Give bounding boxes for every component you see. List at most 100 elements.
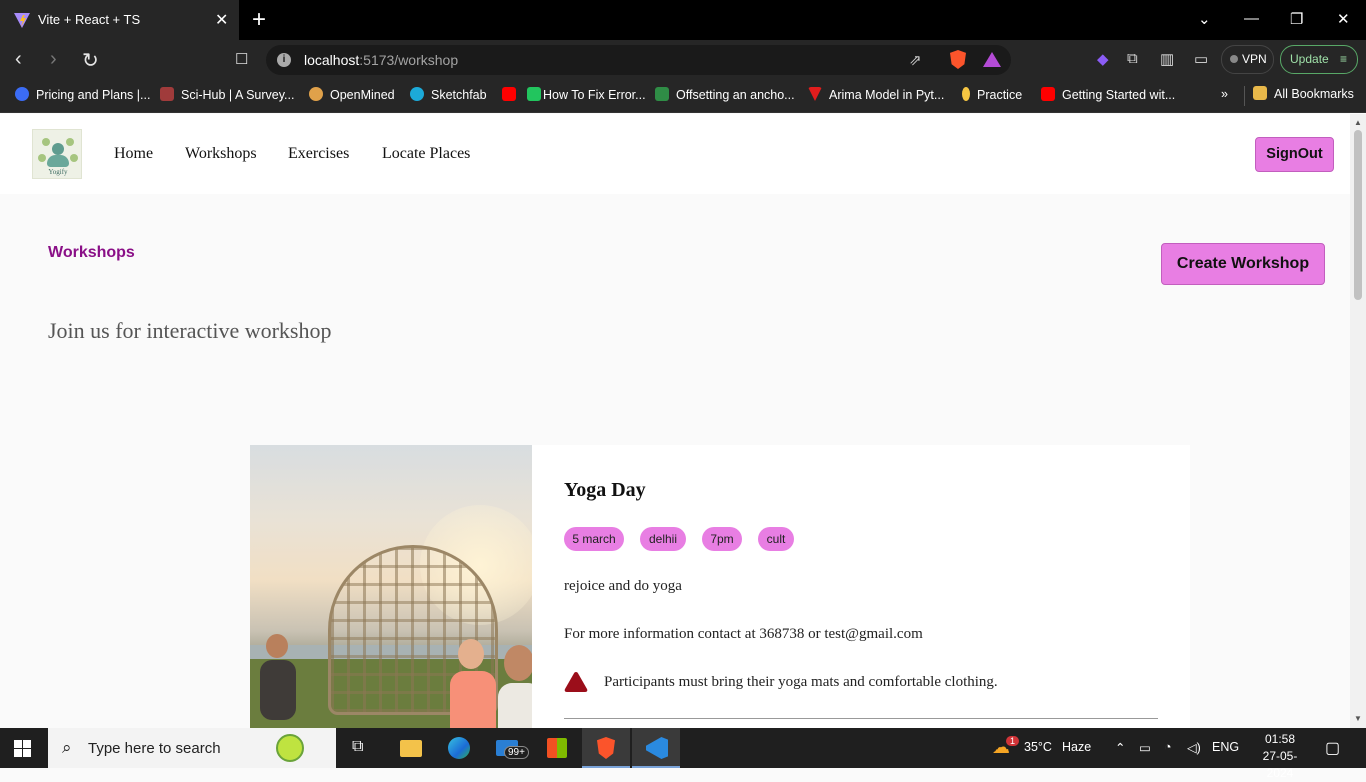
bookmark-favicon-icon bbox=[655, 87, 669, 101]
update-button[interactable]: Update ≡ bbox=[1280, 45, 1358, 74]
scrollbar-thumb[interactable] bbox=[1354, 130, 1362, 300]
bookmark-label: OpenMined bbox=[330, 88, 395, 102]
browser-tab-active[interactable]: Vite + React + TS ✕ bbox=[0, 0, 240, 40]
search-highlight-icon bbox=[276, 734, 304, 762]
search-placeholder: Type here to search bbox=[88, 740, 221, 757]
image-person-head bbox=[458, 639, 484, 669]
bookmark-favicon-icon bbox=[309, 87, 323, 101]
yogify-logo[interactable]: Yogify bbox=[32, 129, 82, 179]
notifications-icon[interactable]: ▢ bbox=[1325, 738, 1340, 758]
site-info-icon[interactable]: i bbox=[277, 53, 291, 67]
url-host: localhost bbox=[304, 52, 360, 68]
workshop-description: rejoice and do yoga bbox=[564, 578, 682, 594]
scroll-up-icon[interactable]: ▲ bbox=[1354, 118, 1362, 127]
vite-favicon-icon bbox=[14, 13, 30, 28]
windows-start-icon[interactable] bbox=[14, 740, 31, 757]
update-label: Update bbox=[1290, 52, 1329, 66]
edge-icon[interactable] bbox=[434, 728, 482, 768]
vscode-icon[interactable] bbox=[632, 728, 680, 768]
volume-icon[interactable]: ◁) bbox=[1187, 740, 1201, 755]
image-person-head bbox=[266, 634, 288, 658]
logo-leaf-icon bbox=[66, 138, 74, 146]
bookmark-item[interactable]: Sci-Hub | A Survey... bbox=[160, 87, 294, 102]
bookmark-page-icon[interactable]: ☐ bbox=[235, 50, 248, 68]
clock[interactable]: 01:58 27-05-2024 bbox=[1250, 731, 1310, 782]
power-icon[interactable]: ▭ bbox=[1139, 740, 1151, 755]
windows-taskbar: ⌕ Type here to search ⧉ 99+ ☁ 1 35°C Haz… bbox=[0, 728, 1366, 780]
extensions-icon[interactable]: ⧉ bbox=[1127, 50, 1138, 67]
tab-close-icon[interactable]: ✕ bbox=[215, 10, 228, 30]
vpn-button[interactable]: VPN bbox=[1221, 45, 1274, 74]
weather-temp[interactable]: 35°C bbox=[1024, 740, 1052, 754]
leo-ai-icon[interactable]: ◆ bbox=[1097, 50, 1109, 68]
logo-wordmark: Yogify bbox=[48, 168, 68, 176]
workshop-contact: For more information contact at 368738 o… bbox=[564, 626, 923, 642]
mail-badge: 99+ bbox=[504, 746, 529, 759]
url-text[interactable]: localhost:5173/workshop bbox=[304, 52, 458, 68]
bookmark-item[interactable]: Getting Started wit... bbox=[1041, 87, 1175, 102]
url-path: :5173/workshop bbox=[359, 52, 459, 68]
mail-icon[interactable]: 99+ bbox=[482, 728, 530, 768]
page-viewport: Yogify Home Workshops Exercises Locate P… bbox=[0, 114, 1350, 728]
nav-workshops[interactable]: Workshops bbox=[185, 145, 257, 163]
bookmark-item[interactable]: Pricing and Plans |... bbox=[15, 87, 150, 102]
new-tab-button[interactable]: + bbox=[252, 6, 266, 34]
wifi-icon[interactable]: ◔ bbox=[1164, 740, 1172, 754]
sidebar-icon[interactable]: ▥ bbox=[1160, 50, 1174, 68]
bookmark-item[interactable]: Offsetting an ancho... bbox=[655, 87, 795, 102]
share-icon[interactable]: ⇗ bbox=[909, 51, 922, 69]
tray-overflow-icon[interactable]: ⌃ bbox=[1115, 740, 1125, 755]
tag-location: delhii bbox=[640, 527, 686, 551]
taskbar-search[interactable]: ⌕ Type here to search bbox=[48, 728, 336, 768]
signout-button[interactable]: SignOut bbox=[1255, 137, 1334, 172]
brave-browser-icon[interactable] bbox=[582, 728, 630, 768]
forward-icon[interactable]: › bbox=[50, 48, 57, 71]
bookmark-item[interactable] bbox=[502, 87, 523, 102]
language-indicator[interactable]: ENG bbox=[1212, 740, 1239, 754]
logo-leaf-icon bbox=[70, 154, 78, 162]
bookmark-label: Sci-Hub | A Survey... bbox=[181, 88, 295, 102]
bookmark-favicon-icon bbox=[15, 87, 29, 101]
create-workshop-button[interactable]: Create Workshop bbox=[1161, 243, 1325, 285]
bookmark-label: Practice bbox=[977, 88, 1023, 102]
logo-leaf-icon bbox=[38, 154, 46, 162]
back-icon[interactable]: ‹ bbox=[15, 48, 22, 71]
brave-rewards-icon[interactable] bbox=[983, 52, 1001, 67]
nav-exercises[interactable]: Exercises bbox=[288, 145, 349, 163]
file-explorer-icon[interactable] bbox=[386, 728, 434, 768]
weather-text[interactable]: Haze bbox=[1062, 740, 1091, 754]
scroll-down-icon[interactable]: ▼ bbox=[1354, 714, 1362, 723]
bookmark-item[interactable]: Arima Model in Pyt... bbox=[808, 87, 944, 102]
tab-search-chevron-icon[interactable]: ⌄ bbox=[1198, 10, 1211, 28]
minimize-icon[interactable]: — bbox=[1244, 10, 1259, 27]
tag-venue: cult bbox=[758, 527, 794, 551]
all-bookmarks[interactable]: All Bookmarks bbox=[1244, 86, 1354, 106]
workshop-image bbox=[250, 445, 532, 728]
page-scrollbar[interactable]: ▲ ▼ bbox=[1350, 114, 1366, 728]
wallet-icon[interactable]: ▭ bbox=[1194, 50, 1208, 68]
address-bar[interactable]: i localhost:5173/workshop ⇗ bbox=[266, 45, 1011, 75]
window-close-icon[interactable]: ✕ bbox=[1337, 10, 1350, 28]
bookmark-label: Offsetting an ancho... bbox=[676, 88, 795, 102]
store-icon[interactable] bbox=[532, 728, 580, 768]
bookmark-item[interactable]: Practice bbox=[962, 87, 1022, 102]
bookmark-label: How To Fix Error... bbox=[543, 88, 646, 102]
bookmark-item[interactable]: OpenMined bbox=[309, 87, 395, 102]
image-person-torso bbox=[498, 683, 532, 728]
nav-locate-places[interactable]: Locate Places bbox=[382, 145, 470, 163]
youtube-icon bbox=[502, 87, 516, 101]
clock-time: 01:58 bbox=[1264, 732, 1296, 746]
restore-icon[interactable]: ❐ bbox=[1290, 10, 1303, 28]
bookmark-favicon-icon bbox=[962, 87, 970, 101]
vpn-label: VPN bbox=[1242, 52, 1267, 66]
reload-icon[interactable]: ↻ bbox=[82, 48, 99, 73]
bookmark-item[interactable]: Sketchfab bbox=[410, 87, 487, 102]
bookmarks-overflow-icon[interactable]: » bbox=[1221, 87, 1228, 101]
workshop-card[interactable]: Yoga Day 5 march delhii 7pm cult rejoice… bbox=[250, 445, 1190, 728]
brave-shields-icon[interactable] bbox=[950, 50, 966, 69]
bookmark-item[interactable]: How To Fix Error... bbox=[527, 87, 646, 102]
tag-time: 7pm bbox=[702, 527, 742, 551]
task-view-icon[interactable]: ⧉ bbox=[336, 728, 384, 768]
all-bookmarks-label: All Bookmarks bbox=[1274, 87, 1354, 101]
nav-home[interactable]: Home bbox=[114, 145, 153, 163]
